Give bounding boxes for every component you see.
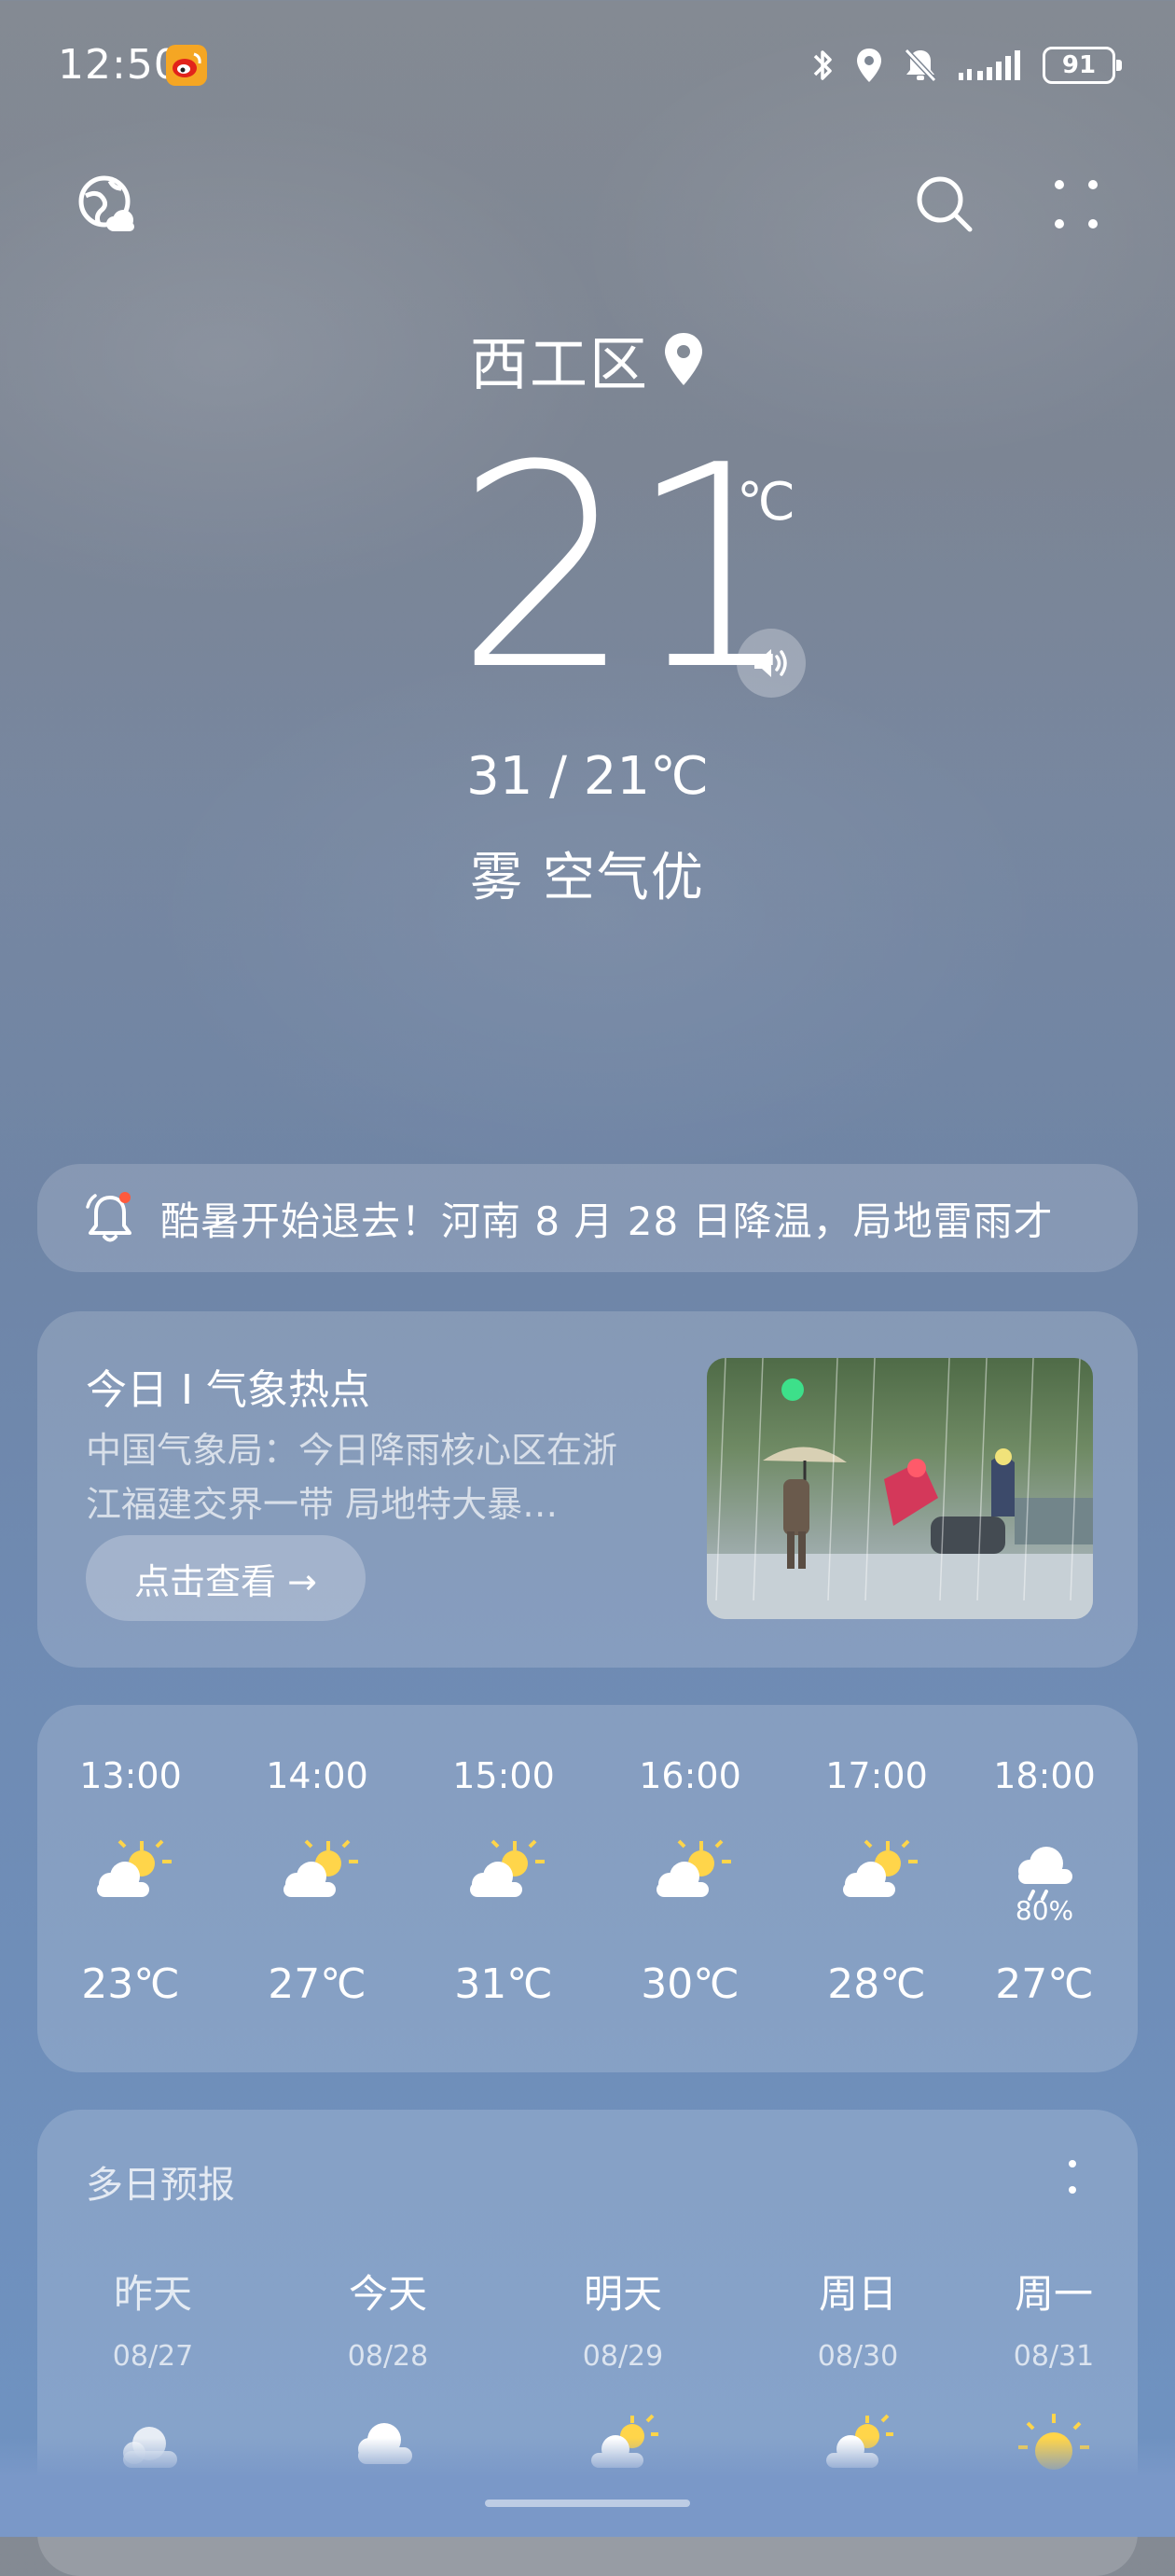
day-name: 周一 [1014,2271,1093,2317]
hourly-item: 14:00 27℃ [242,1755,392,2008]
vertical-more-icon [1069,2160,1076,2194]
partly-sunny-icon [84,1830,177,1923]
hourly-forecast-card[interactable]: 13:00 23℃ 14:00 27℃ 15:00 31℃ 16:00 30℃ … [37,1705,1138,2072]
day-name: 周日 [818,2271,897,2317]
bottom-fade [0,2438,1175,2537]
partly-sunny-icon [457,1830,550,1923]
rain-street-photo[interactable] [707,1358,1093,1619]
location-name: 西工区 [469,330,649,398]
hotspot-title: 今日 I 气象热点 [86,1366,370,1414]
status-time: 12:50 [58,41,181,89]
hotspot-description: 中国气象局：今日降雨核心区在浙江福建交界一带 局地特大暴… [86,1430,618,1525]
home-indicator[interactable] [485,2500,690,2507]
mute-icon [904,48,937,83]
temperature-range: 31 / 21℃ [466,746,709,807]
search-button[interactable] [914,173,975,235]
daily-title: 多日预报 [86,2164,235,2207]
daily-more-button[interactable] [1063,2156,1082,2201]
weather-alert-banner[interactable]: 酷暑开始退去！河南 8 月 28 日降温，局地雷雨才 [37,1164,1138,1272]
day-date: 08/29 [582,2340,664,2373]
precipitation-probability: 80% [1015,1895,1074,1926]
day-date: 08/28 [347,2340,429,2373]
hour-time: 14:00 [266,1755,368,1796]
hourly-item: 16:00 30℃ [615,1755,765,2008]
day-date: 08/27 [112,2340,194,2373]
day-name: 明天 [583,2271,662,2317]
partly-sunny-icon [270,1830,364,1923]
day-date: 08/31 [1013,2340,1095,2373]
hourly-item: 18:00 80% 27℃ [970,1755,1119,2008]
hour-time: 17:00 [825,1755,928,1796]
hour-temperature: 30℃ [641,1960,740,2008]
hourly-item: 13:00 23℃ [56,1755,205,2008]
day-name: 今天 [348,2271,427,2317]
status-icons: 91 [811,41,1122,90]
hour-temperature: 23℃ [81,1960,180,2008]
hour-temperature: 28℃ [827,1960,926,2008]
status-bar: 12:50 91 [0,0,1175,131]
weibo-icon [166,45,207,86]
location-header[interactable]: 西工区 [0,317,1175,401]
hour-temperature: 27℃ [268,1960,366,2008]
location-icon [857,48,881,82]
temperature-unit: ℃ [737,472,795,533]
voice-broadcast-button[interactable] [737,629,806,698]
globe-weather-button[interactable] [76,173,138,235]
bluetooth-icon [813,50,832,80]
hour-time: 15:00 [452,1755,555,1796]
weather-condition[interactable]: 雾 空气优 [0,836,1175,911]
hour-temperature: 31℃ [454,1960,553,2008]
partly-sunny-icon [830,1830,923,1923]
signal-icon [959,50,1020,80]
battery-level: 91 [1061,51,1097,79]
alert-text: 酷暑开始退去！河南 8 月 28 日降温，局地雷雨才 [160,1198,1054,1244]
bell-icon [84,1190,136,1246]
globe-weather-icon [78,175,134,231]
hour-time: 18:00 [993,1755,1096,1796]
battery-icon: 91 [1043,47,1122,84]
hour-time: 13:00 [79,1755,182,1796]
weather-hotspot-card[interactable]: 今日 I 气象热点 中国气象局：今日降雨核心区在浙江福建交界一带 局地特大暴… … [37,1311,1138,1668]
hourly-item: 17:00 28℃ [802,1755,951,2008]
hour-time: 16:00 [639,1755,741,1796]
view-details-button[interactable]: 点击查看 → [86,1535,366,1621]
partly-sunny-icon [643,1830,737,1923]
day-name: 昨天 [113,2271,192,2317]
pin-icon [665,333,702,385]
speaker-icon [754,649,787,677]
hour-temperature: 27℃ [995,1960,1094,2008]
search-icon [917,176,973,232]
day-date: 08/30 [817,2340,899,2373]
hourly-item: 15:00 31℃ [429,1755,578,2008]
more-icon [1055,180,1098,229]
more-options-button[interactable] [1050,173,1102,235]
